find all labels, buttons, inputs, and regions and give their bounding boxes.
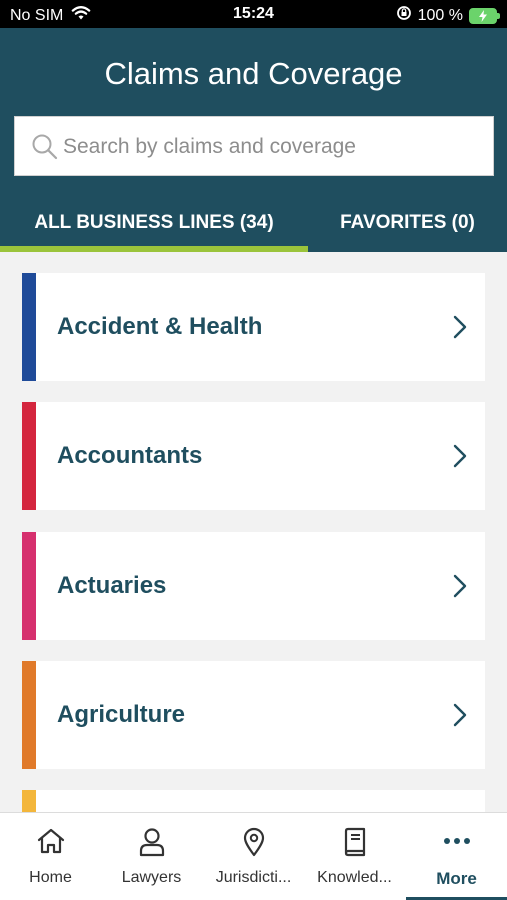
list-item[interactable] bbox=[22, 790, 485, 812]
battery-charging-icon bbox=[469, 7, 500, 24]
location-pin-icon bbox=[203, 827, 304, 857]
header: Claims and Coverage ALL BUSINESS LINES (… bbox=[0, 28, 507, 252]
search-box[interactable] bbox=[14, 116, 494, 176]
list-item-label: Accident & Health bbox=[57, 313, 263, 340]
book-icon bbox=[304, 827, 405, 857]
page-title: Claims and Coverage bbox=[104, 56, 403, 91]
home-icon bbox=[0, 827, 101, 855]
tab-more-label: More bbox=[436, 869, 477, 888]
search-input[interactable] bbox=[63, 131, 483, 163]
more-icon bbox=[406, 827, 507, 855]
tab-favorites[interactable]: FAVORITES (0) bbox=[308, 194, 507, 252]
tab-home-label: Home bbox=[29, 869, 72, 886]
bottom-tab-bar: Home Lawyers Jurisdicti... Knowled... Mo… bbox=[0, 812, 507, 900]
business-lines-list: Accident & Health Accountants Actuaries … bbox=[0, 252, 507, 812]
color-stripe bbox=[22, 661, 36, 769]
search-icon bbox=[31, 133, 59, 166]
tab-more[interactable]: More bbox=[406, 813, 507, 900]
status-bar: No SIM 15:24 100 % bbox=[0, 0, 507, 28]
list-item-label: Accountants bbox=[57, 442, 203, 469]
tab-lawyers-label: Lawyers bbox=[121, 869, 182, 886]
color-stripe bbox=[22, 273, 36, 381]
tab-jurisdictions-label: Jurisdicti... bbox=[215, 869, 292, 886]
tab-all-business-lines[interactable]: ALL BUSINESS LINES (34) bbox=[0, 194, 308, 252]
tab-knowledge[interactable]: Knowled... bbox=[304, 813, 405, 900]
person-icon bbox=[101, 827, 202, 857]
chevron-right-icon bbox=[453, 574, 467, 603]
orientation-lock-icon bbox=[396, 5, 412, 26]
segment-tabs: ALL BUSINESS LINES (34) FAVORITES (0) bbox=[0, 194, 507, 252]
color-stripe bbox=[22, 402, 36, 510]
list-item-label: Agriculture bbox=[57, 701, 186, 728]
list-item[interactable]: Accountants bbox=[22, 402, 485, 510]
color-stripe bbox=[22, 532, 36, 640]
tab-knowledge-label: Knowled... bbox=[317, 869, 392, 886]
chevron-right-icon bbox=[453, 315, 467, 344]
status-right: 100 % bbox=[396, 5, 500, 26]
tab-lawyers[interactable]: Lawyers bbox=[101, 813, 202, 900]
tab-home[interactable]: Home bbox=[0, 813, 101, 900]
chevron-right-icon bbox=[453, 444, 467, 473]
tab-jurisdictions[interactable]: Jurisdicti... bbox=[203, 813, 304, 900]
list-item[interactable]: Accident & Health bbox=[22, 273, 485, 381]
chevron-right-icon bbox=[453, 703, 467, 732]
battery-percent: 100 % bbox=[417, 6, 463, 24]
list-item-label: Actuaries bbox=[57, 572, 167, 599]
list-item[interactable]: Agriculture bbox=[22, 661, 485, 769]
color-stripe bbox=[22, 790, 36, 812]
list-item[interactable]: Actuaries bbox=[22, 532, 485, 640]
